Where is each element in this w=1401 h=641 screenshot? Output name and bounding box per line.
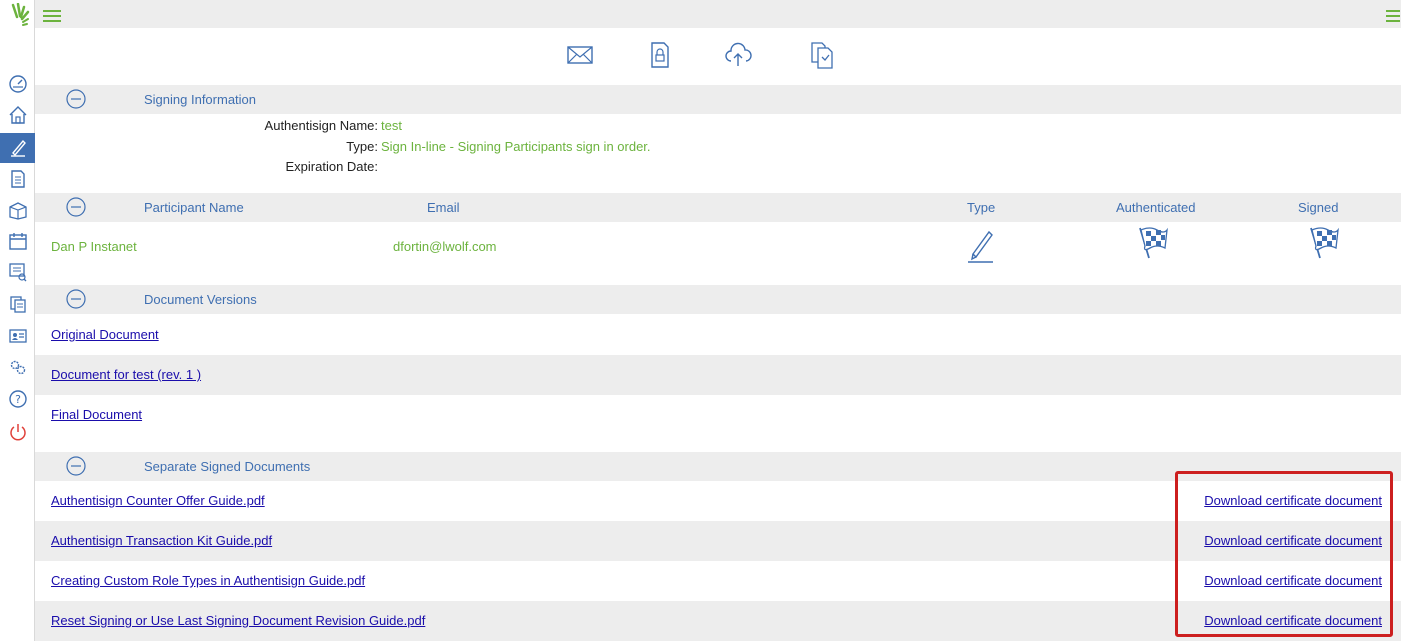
envelope-email-icon[interactable] — [565, 40, 595, 70]
signed-document-link[interactable]: Reset Signing or Use Last Signing Docume… — [51, 613, 425, 628]
dashboard-gauge-icon[interactable] — [6, 72, 30, 96]
pen-signer-icon — [963, 226, 997, 264]
signed-document-link[interactable]: Authentisign Transaction Kit Guide.pdf — [51, 533, 272, 548]
document-icon[interactable] — [6, 167, 30, 191]
report-search-icon[interactable] — [6, 260, 30, 284]
checkered-flag-icon — [1306, 224, 1340, 262]
participant-name: Dan P Instanet — [51, 239, 137, 254]
document-version-row: Final Document — [35, 395, 1401, 435]
authentisign-leaf-logo[interactable] — [9, 2, 31, 27]
header-signed: Signed — [1298, 200, 1339, 215]
download-certificate-link[interactable]: Download certificate document — [1204, 613, 1382, 628]
collapse-icon[interactable] — [65, 88, 87, 110]
home-icon[interactable] — [6, 103, 30, 127]
collapse-icon[interactable] — [65, 196, 87, 218]
document-version-link[interactable]: Document for test (rev. 1 ) — [51, 367, 201, 382]
svg-text:?: ? — [15, 393, 21, 406]
separate-signed-documents-header: Separate Signed Documents — [35, 452, 1401, 481]
section-title: Signing Information — [144, 92, 257, 107]
lock-document-icon[interactable] — [645, 40, 675, 70]
collapse-icon[interactable] — [65, 288, 87, 310]
right-menu-icon[interactable] — [1386, 10, 1400, 22]
document-version-link[interactable]: Original Document — [51, 327, 159, 342]
participant-row: Dan P Instanet dfortin@lwolf.com — [35, 224, 1401, 284]
header-type: Type — [967, 200, 996, 215]
signed-document-link[interactable]: Authentisign Counter Offer Guide.pdf — [51, 493, 265, 508]
participant-email: dfortin@lwolf.com — [393, 239, 497, 254]
document-version-row: Document for test (rev. 1 ) — [35, 355, 1401, 395]
package-box-icon[interactable] — [6, 198, 30, 222]
header-authenticated: Authenticated — [1116, 200, 1196, 215]
download-certificate-link[interactable]: Download certificate document — [1204, 533, 1382, 548]
type-value: Sign In-line - Signing Participants sign… — [381, 139, 651, 154]
signed-document-row: Authentisign Counter Offer Guide.pdf Dow… — [35, 481, 1401, 521]
signed-document-link[interactable]: Creating Custom Role Types in Authentisi… — [51, 573, 365, 588]
documents-copy-icon[interactable] — [6, 292, 30, 316]
action-toolbar — [35, 28, 1401, 84]
document-version-link[interactable]: Final Document — [51, 407, 142, 422]
expiration-date-label: Expiration Date: — [285, 159, 379, 174]
settings-gears-icon[interactable] — [6, 355, 30, 379]
participants-header: Participant Name Email Type Authenticate… — [35, 193, 1401, 222]
header-participant-name: Participant Name — [144, 200, 244, 215]
collapse-icon[interactable] — [65, 455, 87, 477]
section-title: Document Versions — [144, 292, 257, 307]
copy-document-icon[interactable] — [807, 40, 837, 70]
document-version-row: Original Document — [35, 315, 1401, 355]
signed-document-row: Reset Signing or Use Last Signing Docume… — [35, 601, 1401, 641]
header-email: Email — [427, 200, 460, 215]
pen-sign-icon[interactable] — [0, 133, 35, 163]
power-logout-icon[interactable] — [6, 420, 30, 444]
top-bar — [35, 0, 1401, 28]
signed-document-row: Authentisign Transaction Kit Guide.pdf D… — [35, 521, 1401, 561]
contact-card-icon[interactable] — [6, 324, 30, 348]
authentisign-name-label: Authentisign Name: — [264, 118, 378, 133]
calendar-icon[interactable] — [6, 229, 30, 253]
download-certificate-link[interactable]: Download certificate document — [1204, 493, 1382, 508]
authentisign-name-value: test — [381, 118, 402, 133]
signing-information-header: Signing Information — [35, 85, 1401, 114]
cloud-upload-icon[interactable] — [723, 40, 753, 70]
type-label: Type: — [346, 139, 378, 154]
document-versions-header: Document Versions — [35, 285, 1401, 314]
left-menu-icon[interactable] — [43, 10, 61, 22]
help-question-icon[interactable]: ? — [6, 387, 30, 411]
checkered-flag-icon — [1135, 224, 1169, 262]
sidebar: ? — [0, 0, 35, 641]
signed-document-row: Creating Custom Role Types in Authentisi… — [35, 561, 1401, 601]
download-certificate-link[interactable]: Download certificate document — [1204, 573, 1382, 588]
section-title: Separate Signed Documents — [144, 459, 311, 474]
